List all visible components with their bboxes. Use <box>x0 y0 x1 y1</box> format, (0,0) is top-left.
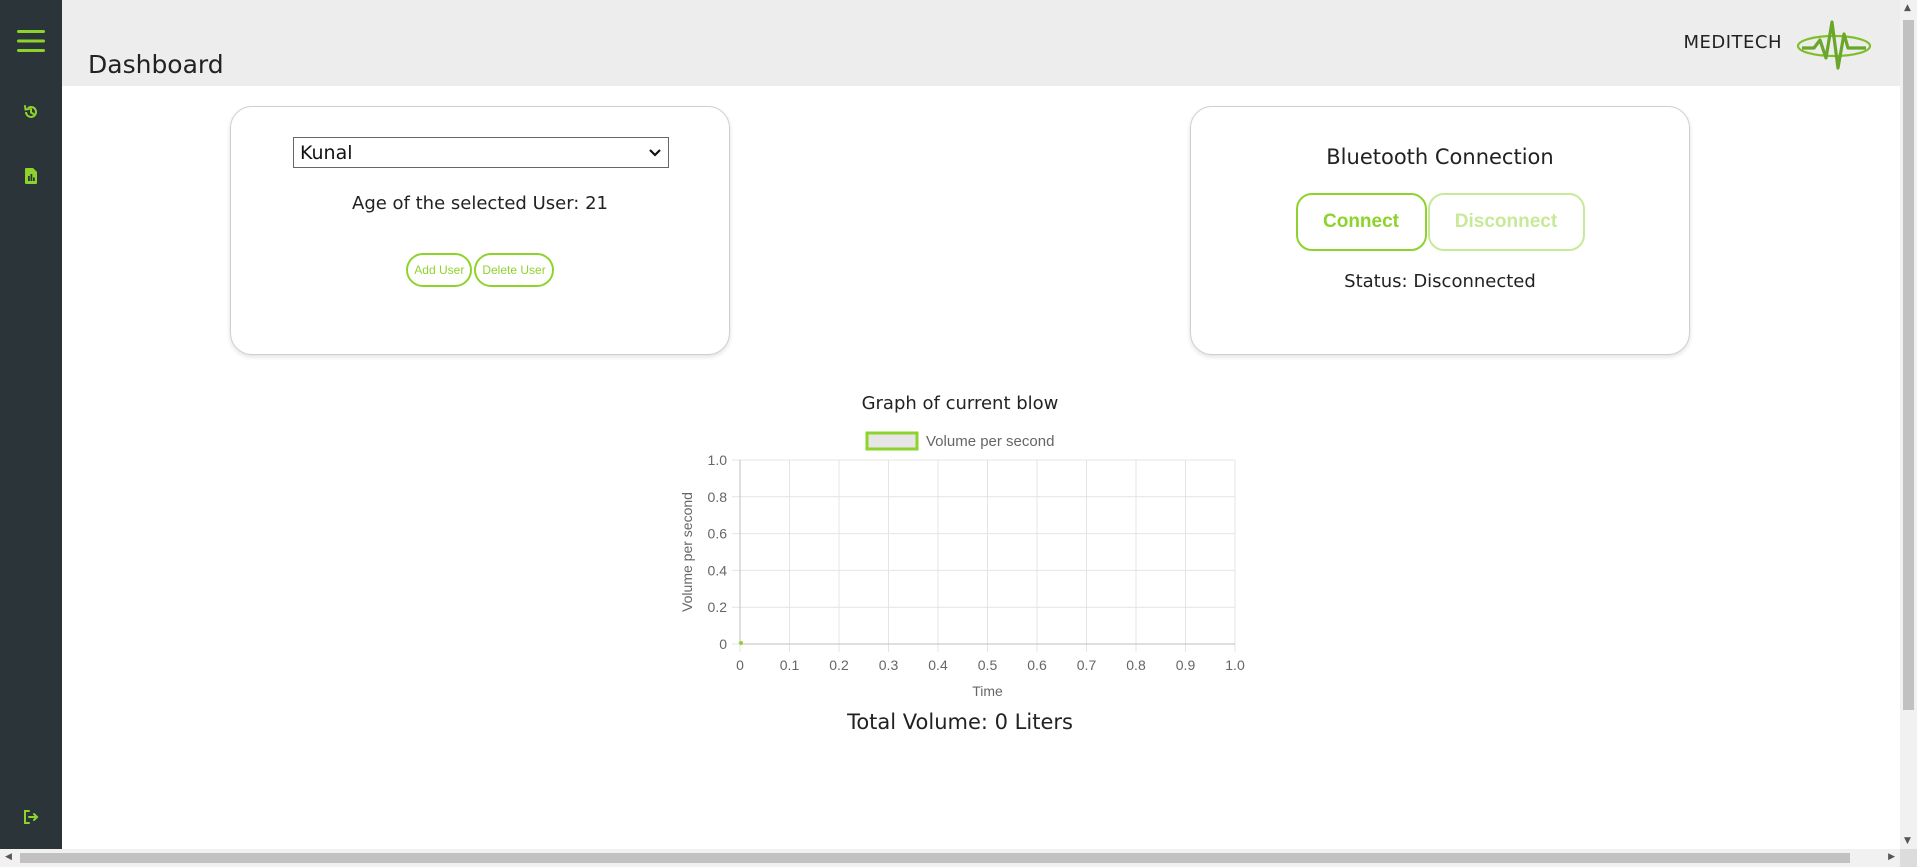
sidebar <box>0 0 62 849</box>
scroll-left-icon[interactable]: ◀ <box>5 852 12 862</box>
legend-label: Volume per second <box>926 433 1054 450</box>
x-tick-label: 0.2 <box>829 657 849 673</box>
vertical-scrollbar[interactable]: ▲ ▼ <box>1900 0 1917 849</box>
data-point <box>739 641 743 645</box>
connect-button[interactable]: Connect <box>1295 193 1427 251</box>
scrollbar-corner <box>1900 849 1917 867</box>
scroll-right-icon[interactable]: ▶ <box>1888 852 1895 862</box>
y-axis-label: Volume per second <box>679 492 695 612</box>
x-tick-label: 0.6 <box>1027 657 1047 673</box>
horizontal-scrollbar[interactable]: ◀ ▶ <box>0 849 1900 867</box>
volume-chart: 0 0.1 0.2 0.3 0.4 0.5 0.6 0.7 0.8 0.9 1.0 0 0.2 0.4 0.… <box>679 431 1245 699</box>
x-tick-label: 1.0 <box>1225 657 1245 673</box>
y-tick-label: 0.6 <box>708 526 728 542</box>
x-tick-label: 0.9 <box>1176 657 1196 673</box>
bluetooth-title: Bluetooth Connection <box>1326 145 1554 169</box>
x-tick-label: 0.7 <box>1077 657 1097 673</box>
scroll-up-icon[interactable]: ▲ <box>1904 3 1911 13</box>
logout-icon[interactable] <box>0 804 62 830</box>
total-volume: Total Volume: 0 Liters <box>847 710 1073 734</box>
selected-user: Kunal <box>300 141 353 164</box>
page-title: Dashboard <box>88 50 224 79</box>
brand-name: MEDITECH <box>1683 32 1782 53</box>
y-tick-label: 1.0 <box>708 452 728 468</box>
menu-icon[interactable] <box>0 20 62 62</box>
x-tick-label: 0.8 <box>1126 657 1146 673</box>
x-axis-label: Time <box>972 683 1003 699</box>
x-tick-label: 0.5 <box>978 657 998 673</box>
header: Dashboard MEDITECH <box>62 0 1900 86</box>
delete-user-button[interactable]: Delete User <box>474 253 554 287</box>
x-tick-label: 0 <box>736 657 744 673</box>
y-tick-label: 0.8 <box>708 489 728 505</box>
add-user-button[interactable]: Add User <box>406 253 473 287</box>
horizontal-scroll-thumb[interactable] <box>20 853 1850 863</box>
user-select[interactable]: Kunal <box>293 137 669 168</box>
chevron-down-icon <box>649 148 661 157</box>
x-tick-label: 0.4 <box>928 657 948 673</box>
report-icon[interactable] <box>0 162 62 190</box>
x-tick-label: 0.1 <box>780 657 800 673</box>
graph-title: Graph of current blow <box>861 393 1059 414</box>
x-tick-label: 0.3 <box>879 657 899 673</box>
bluetooth-actions: Connect Disconnect <box>1191 193 1689 251</box>
user-actions: Add User Delete User <box>231 253 729 287</box>
y-tick-label: 0.4 <box>708 562 728 578</box>
user-card: Kunal Age of the selected User: 21 Add U… <box>230 106 730 355</box>
scroll-down-icon[interactable]: ▼ <box>1904 836 1911 846</box>
disconnect-button[interactable]: Disconnect <box>1427 193 1585 251</box>
legend-swatch <box>865 431 919 451</box>
y-tick-label: 0 <box>719 636 727 652</box>
meditech-logo-icon <box>1796 20 1872 70</box>
history-icon[interactable] <box>0 98 62 126</box>
y-tick-label: 0.2 <box>708 599 728 615</box>
user-age: Age of the selected User: 21 <box>352 193 608 214</box>
connection-status: Status: Disconnected <box>1344 271 1536 292</box>
vertical-scroll-thumb[interactable] <box>1903 20 1914 710</box>
bluetooth-card: Bluetooth Connection Connect Disconnect … <box>1190 106 1690 355</box>
